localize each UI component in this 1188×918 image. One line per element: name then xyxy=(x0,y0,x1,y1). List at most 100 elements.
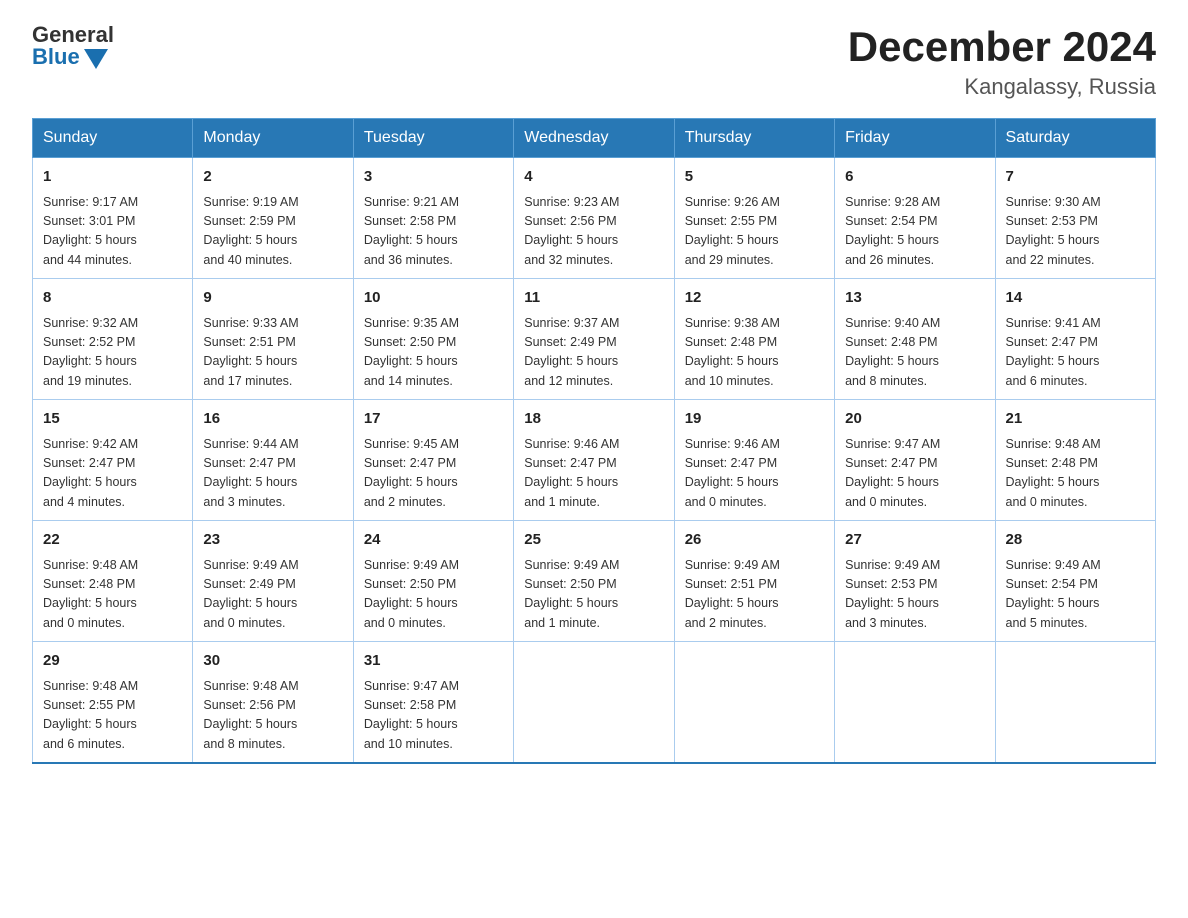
daylight-text2: and 1 minute. xyxy=(524,495,600,509)
daylight-text: Daylight: 5 hours xyxy=(203,354,297,368)
day-info: Sunrise: 9:42 AMSunset: 2:47 PMDaylight:… xyxy=(43,435,182,513)
calendar-cell: 20Sunrise: 9:47 AMSunset: 2:47 PMDayligh… xyxy=(835,400,995,521)
calendar-cell: 22 Sunrise: 9:48 AMSunset: 2:48 PMDayligh… xyxy=(33,521,193,642)
sunrise-text: Sunrise: 9:40 AM xyxy=(845,316,940,330)
sunset-text: Sunset: 2:53 PM xyxy=(845,577,937,591)
daylight-text2: and 0 minutes. xyxy=(1006,495,1088,509)
calendar-cell: 23Sunrise: 9:49 AMSunset: 2:49 PMDayligh… xyxy=(193,521,353,642)
header-tuesday: Tuesday xyxy=(353,119,513,158)
calendar-cell: 31Sunrise: 9:47 AMSunset: 2:58 PMDayligh… xyxy=(353,642,513,764)
sunrise-text: Sunrise: 9:28 AM xyxy=(845,195,940,209)
sunrise-text: Sunrise: 9:35 AM xyxy=(364,316,459,330)
day-number: 19 xyxy=(685,408,824,431)
calendar-header: Sunday Monday Tuesday Wednesday Thursday… xyxy=(33,119,1156,158)
calendar-cell: 6Sunrise: 9:28 AMSunset: 2:54 PMDaylight… xyxy=(835,158,995,279)
day-info: Sunrise: 9:45 AMSunset: 2:47 PMDaylight:… xyxy=(364,435,503,513)
calendar-week-row: 8Sunrise: 9:32 AMSunset: 2:52 PMDaylight… xyxy=(33,279,1156,400)
daylight-text: Daylight: 5 hours xyxy=(364,354,458,368)
day-info: Sunrise: 9:49 AMSunset: 2:51 PMDaylight:… xyxy=(685,556,824,634)
day-number: 11 xyxy=(524,287,663,310)
day-info: Sunrise: 9:49 AM Sunset: 2:53 PM Daylight:… xyxy=(845,556,984,634)
day-number: 22 xyxy=(43,529,182,552)
day-number: 24 xyxy=(364,529,503,552)
daylight-text2: and 36 minutes. xyxy=(364,253,453,267)
daylight-text: Daylight: 5 hours xyxy=(364,596,458,610)
calendar-cell: 24Sunrise: 9:49 AMSunset: 2:50 PMDayligh… xyxy=(353,521,513,642)
day-number: 29 xyxy=(43,650,182,673)
sunrise-text: Sunrise: 9:21 AM xyxy=(364,195,459,209)
day-info: Sunrise: 9:44 AMSunset: 2:47 PMDaylight:… xyxy=(203,435,342,513)
daylight-text: Daylight: 5 hours xyxy=(203,233,297,247)
daylight-text2: and 14 minutes. xyxy=(364,374,453,388)
sunrise-text: Sunrise: 9:44 AM xyxy=(203,437,298,451)
day-info: Sunrise: 9:28 AMSunset: 2:54 PMDaylight:… xyxy=(845,193,984,271)
calendar-cell: 28Sunrise: 9:49 AMSunset: 2:54 PMDayligh… xyxy=(995,521,1155,642)
logo-general: General xyxy=(32,24,114,46)
sunrise-text: Sunrise: 9:30 AM xyxy=(1006,195,1101,209)
day-info: Sunrise: 9:17 AMSunset: 3:01 PMDaylight:… xyxy=(43,193,182,271)
sunrise-text: Sunrise: 9:46 AM xyxy=(685,437,780,451)
daylight-text2: and 26 minutes. xyxy=(845,253,934,267)
daylight-text2: and 0 minutes. xyxy=(203,616,285,630)
day-number: 13 xyxy=(845,287,984,310)
daylight-text2: and 6 minutes. xyxy=(43,737,125,751)
daylight-text: Daylight: 5 hours xyxy=(685,354,779,368)
day-info: Sunrise: 9:23 AMSunset: 2:56 PMDaylight:… xyxy=(524,193,663,271)
sunset-text: Sunset: 2:55 PM xyxy=(43,698,135,712)
daylight-text: Daylight: 5 hours xyxy=(845,233,939,247)
sunset-text: Sunset: 2:47 PM xyxy=(203,456,295,470)
sunrise-text: Sunrise: 9:38 AM xyxy=(685,316,780,330)
daylight-text: Daylight: 5 hours xyxy=(364,475,458,489)
sunset-text: Sunset: 2:59 PM xyxy=(203,214,295,228)
logo: General Blue xyxy=(32,24,116,68)
calendar-cell: 9Sunrise: 9:33 AMSunset: 2:51 PMDaylight… xyxy=(193,279,353,400)
calendar-cell: 12 Sunrise: 9:38 AM Sunset: 2:48 PM Dayligh… xyxy=(674,279,834,400)
day-number: 4 xyxy=(524,166,663,189)
day-number: 14 xyxy=(1006,287,1145,310)
day-info: Sunrise: 9:47 AMSunset: 2:58 PMDaylight:… xyxy=(364,677,503,755)
daylight-text: Daylight: 5 hours xyxy=(1006,596,1100,610)
daylight-text2: and 6 minutes. xyxy=(1006,374,1088,388)
daylight-text2: and 19 minutes. xyxy=(43,374,132,388)
day-number: 3 xyxy=(364,166,503,189)
day-info: Sunrise: 9:46 AMSunset: 2:47 PMDaylight:… xyxy=(524,435,663,513)
day-number: 30 xyxy=(203,650,342,673)
sunrise-text: Sunrise: 9:45 AM xyxy=(364,437,459,451)
sunset-text: Sunset: 2:53 PM xyxy=(1006,214,1098,228)
day-number: 25 xyxy=(524,529,663,552)
daylight-text: Daylight: 5 hours xyxy=(845,596,939,610)
daylight-text: Daylight: 5 hours xyxy=(1006,233,1100,247)
day-number: 15 xyxy=(43,408,182,431)
day-info: Sunrise: 9:46 AMSunset: 2:47 PMDaylight:… xyxy=(685,435,824,513)
day-info: Sunrise: 9:48 AMSunset: 2:48 PMDaylight:… xyxy=(43,556,182,634)
calendar-cell: 7Sunrise: 9:30 AMSunset: 2:53 PMDaylight… xyxy=(995,158,1155,279)
daylight-text2: and 44 minutes. xyxy=(43,253,132,267)
calendar-subtitle: Kangalassy, Russia xyxy=(848,74,1156,100)
sunrise-text: Sunrise: 9:48 AM xyxy=(43,558,138,572)
daylight-text: Daylight: 5 hours xyxy=(524,354,618,368)
day-info: Sunrise: 9:49 AMSunset: 2:50 PMDaylight:… xyxy=(524,556,663,634)
sunrise-text: Sunrise: 9:49 AM xyxy=(845,558,940,572)
sunrise-text: Sunrise: 9:46 AM xyxy=(524,437,619,451)
calendar-cell: 11Sunrise: 9:37 AMSunset: 2:49 PMDayligh… xyxy=(514,279,674,400)
logo-icon: General Blue xyxy=(32,24,114,68)
sunset-text: Sunset: 2:52 PM xyxy=(43,335,135,349)
header-thursday: Thursday xyxy=(674,119,834,158)
day-number: 12 xyxy=(685,287,824,310)
daylight-text2: and 3 minutes. xyxy=(203,495,285,509)
sunset-text: Sunset: 2:56 PM xyxy=(203,698,295,712)
sunset-text: Sunset: 2:50 PM xyxy=(364,335,456,349)
sunrise-text: Sunrise: 9:47 AM xyxy=(845,437,940,451)
sunset-text: Sunset: 2:48 PM xyxy=(685,335,777,349)
calendar-cell xyxy=(514,642,674,764)
daylight-text: Daylight: 5 hours xyxy=(43,233,137,247)
day-info: Sunrise: 9:21 AMSunset: 2:58 PMDaylight:… xyxy=(364,193,503,271)
calendar-cell: 4 Sunrise: 9:23 AMSunset: 2:56 PMDaylight… xyxy=(514,158,674,279)
calendar-cell: 10Sunrise: 9:35 AMSunset: 2:50 PMDayligh… xyxy=(353,279,513,400)
daylight-text2: and 17 minutes. xyxy=(203,374,292,388)
day-info: Sunrise: 9:49 AMSunset: 2:54 PMDaylight:… xyxy=(1006,556,1145,634)
sunset-text: Sunset: 2:48 PM xyxy=(845,335,937,349)
calendar-cell: 30Sunrise: 9:48 AMSunset: 2:56 PMDayligh… xyxy=(193,642,353,764)
calendar-cell: 8Sunrise: 9:32 AMSunset: 2:52 PMDaylight… xyxy=(33,279,193,400)
calendar-cell: 17Sunrise: 9:45 AMSunset: 2:47 PMDayligh… xyxy=(353,400,513,521)
